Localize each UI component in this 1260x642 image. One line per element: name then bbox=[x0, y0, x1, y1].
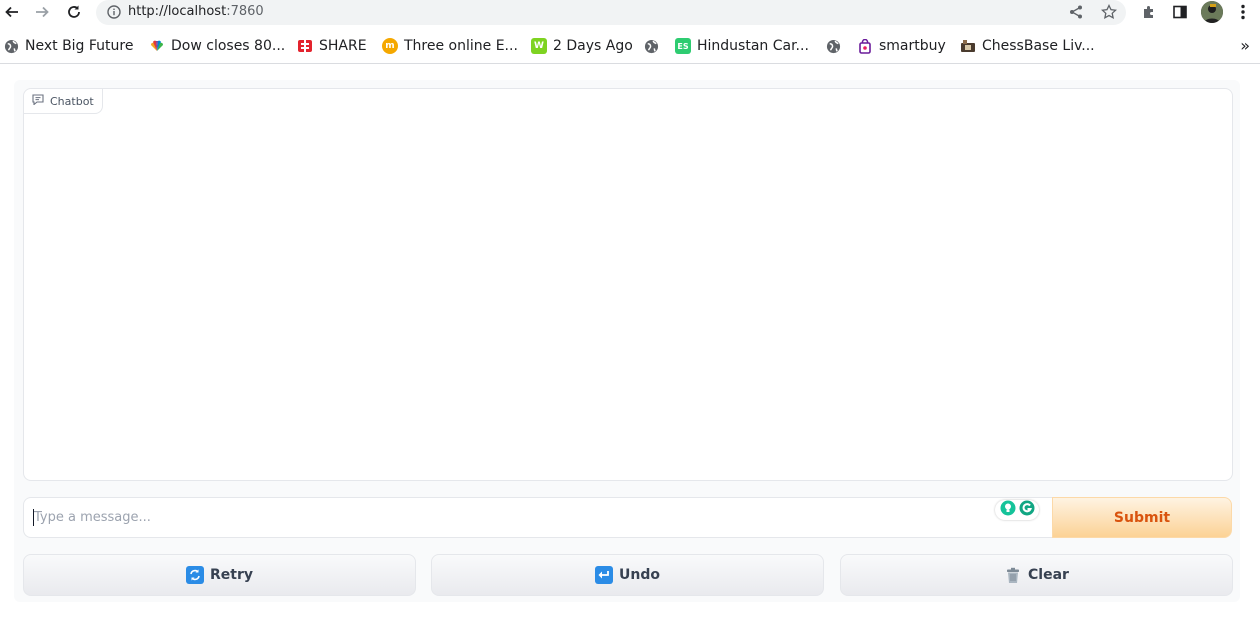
trash-can-icon bbox=[1004, 566, 1022, 584]
bookmark-item[interactable]: ChessBase Liv... bbox=[960, 37, 1095, 55]
submit-button[interactable]: Submit bbox=[1052, 497, 1232, 538]
profile-avatar[interactable] bbox=[1201, 1, 1223, 23]
bookmark-label: smartbuy bbox=[879, 38, 946, 54]
bookmark-label: SHARE bbox=[319, 38, 367, 54]
bookmark-star-icon[interactable] bbox=[1100, 3, 1118, 21]
nbc-peacock-icon bbox=[149, 38, 165, 54]
bookmark-item[interactable] bbox=[643, 37, 659, 55]
bookmark-label: ChessBase Liv... bbox=[982, 38, 1095, 54]
bookmark-item[interactable]: Next Big Future bbox=[3, 37, 133, 55]
bookmark-item[interactable]: W 2 Days Ago bbox=[531, 37, 633, 55]
globe-icon bbox=[3, 38, 19, 54]
chat-bubble-icon bbox=[32, 94, 44, 108]
extensions-puzzle-icon[interactable] bbox=[1140, 3, 1158, 21]
green-es-icon: ES bbox=[675, 38, 691, 54]
bookmark-item[interactable]: SHARE bbox=[297, 37, 367, 55]
grammarly-widget[interactable] bbox=[995, 500, 1039, 520]
bookmark-item[interactable]: m Three online E... bbox=[382, 37, 518, 55]
globe-icon bbox=[825, 38, 841, 54]
bookmark-label: Next Big Future bbox=[25, 38, 134, 54]
url-text: http://localhost:7860 bbox=[128, 4, 264, 19]
url-port: :7860 bbox=[226, 4, 264, 19]
more-bookmarks-chevron-icon[interactable]: » bbox=[1240, 36, 1250, 55]
retry-label: Retry bbox=[210, 567, 253, 583]
browser-toolbar: http://localhost:7860 bbox=[0, 0, 1260, 28]
refresh-arrows-icon bbox=[186, 566, 204, 584]
purple-bag-icon bbox=[857, 38, 873, 54]
grammarly-g-icon[interactable] bbox=[1019, 500, 1035, 520]
forward-arrow-icon[interactable] bbox=[31, 1, 53, 23]
chatbot-label-text: Chatbot bbox=[50, 94, 94, 108]
address-bar[interactable]: http://localhost:7860 bbox=[96, 0, 1126, 25]
bookmark-label: 2 Days Ago bbox=[553, 38, 633, 54]
url-host: http://localhost bbox=[128, 4, 227, 19]
bookmarks-bar: Next Big Future Dow closes 80... SHARE m… bbox=[0, 28, 1260, 64]
text-caret bbox=[33, 509, 34, 526]
kebab-menu-icon[interactable] bbox=[1236, 3, 1250, 21]
bookmark-item[interactable]: ES Hindustan Car... bbox=[675, 37, 809, 55]
chatbot-label: Chatbot bbox=[24, 89, 103, 114]
bookmark-label: Dow closes 80... bbox=[171, 38, 286, 54]
share-icon[interactable] bbox=[1068, 4, 1084, 20]
site-info-icon[interactable] bbox=[106, 4, 122, 20]
bookmark-item[interactable]: smartbuy bbox=[857, 37, 946, 55]
reload-icon[interactable] bbox=[63, 1, 85, 23]
clear-label: Clear bbox=[1028, 567, 1069, 583]
share-red-icon bbox=[297, 38, 313, 54]
message-input[interactable] bbox=[23, 497, 1053, 538]
bookmark-label: Hindustan Car... bbox=[697, 38, 809, 54]
back-arrow-icon[interactable] bbox=[1, 1, 23, 23]
grammarly-lightbulb-icon[interactable] bbox=[1000, 500, 1016, 520]
clear-button[interactable]: Clear bbox=[840, 554, 1233, 596]
return-arrow-icon bbox=[595, 566, 613, 584]
undo-button[interactable]: Undo bbox=[431, 554, 824, 596]
chessbase-icon bbox=[960, 38, 976, 54]
bookmark-item[interactable] bbox=[825, 37, 841, 55]
side-panel-icon[interactable] bbox=[1171, 3, 1189, 21]
globe-icon bbox=[643, 38, 659, 54]
retry-button[interactable]: Retry bbox=[23, 554, 416, 596]
orange-m-icon: m bbox=[382, 38, 398, 54]
bookmark-label: Three online E... bbox=[404, 38, 518, 54]
bookmark-item[interactable]: Dow closes 80... bbox=[149, 37, 285, 55]
chatbot-panel: Chatbot bbox=[23, 88, 1233, 481]
undo-label: Undo bbox=[619, 567, 660, 583]
green-w-icon: W bbox=[531, 38, 547, 54]
